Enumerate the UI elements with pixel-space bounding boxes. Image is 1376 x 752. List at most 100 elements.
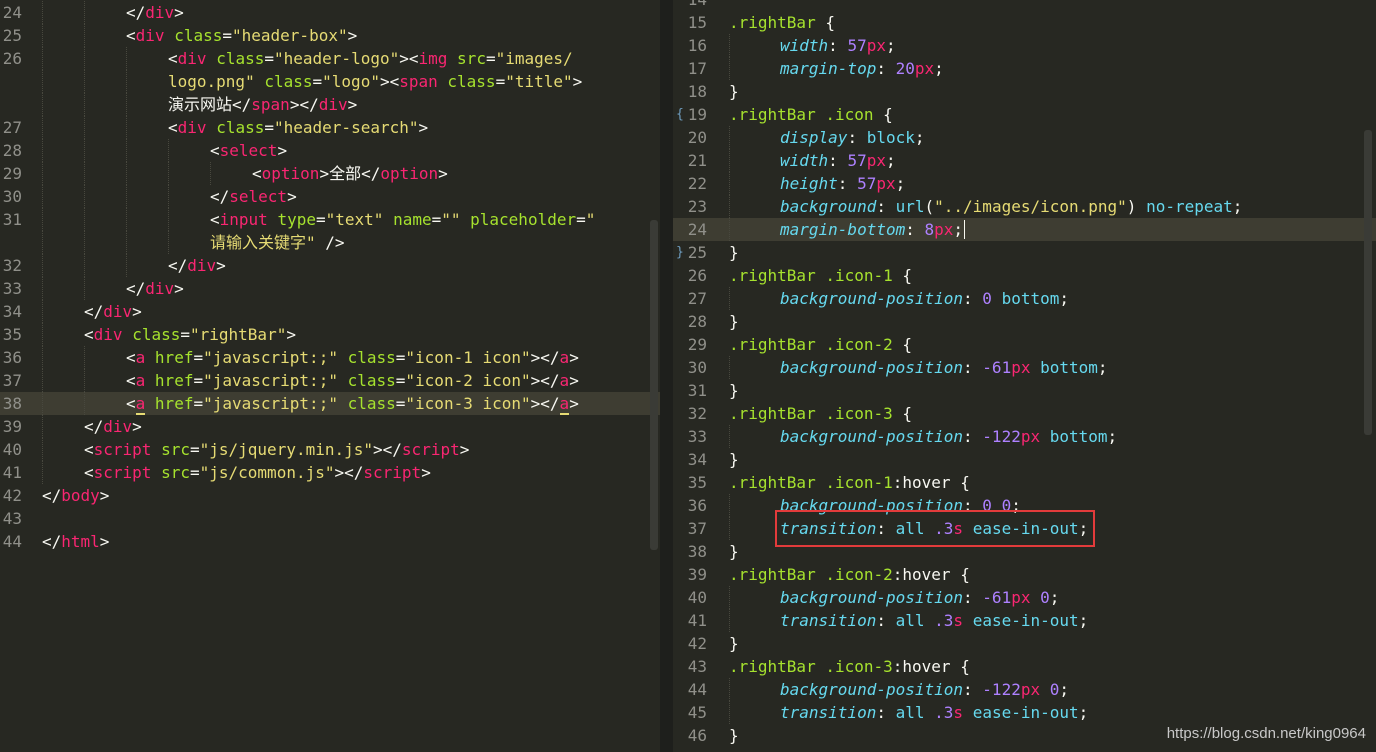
code-text[interactable]: .rightBar .icon-2:hover { (729, 563, 970, 586)
code-text[interactable]: <script src="js/jquery.min.js"></script> (84, 438, 469, 461)
code-text[interactable]: </div> (168, 254, 226, 277)
code-line[interactable]: 45 transition: all .3s ease-in-out; (673, 701, 1376, 724)
code-text[interactable]: margin-bottom: 8px; (780, 218, 963, 241)
code-line[interactable]: 25 <div class="header-box"> (0, 24, 660, 47)
code-text[interactable]: <div class="header-logo"><img src="image… (168, 47, 573, 70)
code-line[interactable]: 31} (673, 379, 1376, 402)
code-line[interactable]: 29 <option>全部</option> (0, 162, 660, 185)
code-line[interactable]: 15 .rightBar { (673, 11, 1376, 34)
code-text[interactable]: </div> (126, 1, 184, 24)
code-line[interactable]: 44 </html> (0, 530, 660, 553)
code-line[interactable]: 41 transition: all .3s ease-in-out; (673, 609, 1376, 632)
code-text[interactable]: } (729, 241, 739, 264)
code-line[interactable]: 32 .rightBar .icon-3 { (673, 402, 1376, 425)
code-text[interactable]: } (729, 724, 739, 747)
code-text[interactable]: <div class="header-box"> (126, 24, 357, 47)
code-line[interactable]: 41 <script src="js/common.js"></script> (0, 461, 660, 484)
code-text[interactable]: background-position: -122px 0; (780, 678, 1069, 701)
code-text[interactable]: background-position: -122px bottom; (780, 425, 1117, 448)
code-line[interactable]: 29 .rightBar .icon-2 { (673, 333, 1376, 356)
left-editor-pane[interactable]: 24 </div> 25 <div class="header-box"> 26 <div… (0, 0, 660, 752)
code-text[interactable]: transition: all .3s ease-in-out; (780, 609, 1088, 632)
code-line[interactable]: 17 margin-top: 20px; (673, 57, 1376, 80)
code-line[interactable]: 36 <a href="javascript:;" class="icon-1 i… (0, 346, 660, 369)
code-line[interactable]: 42} (673, 632, 1376, 655)
code-line[interactable]: 33 </div> (0, 277, 660, 300)
code-text[interactable]: <div class="header-search"> (168, 116, 428, 139)
code-line[interactable]: 40 background-position: -61px 0; (673, 586, 1376, 609)
code-line[interactable]: 38} (673, 540, 1376, 563)
code-text[interactable]: } (729, 540, 739, 563)
code-text[interactable]: } (729, 80, 739, 103)
code-text[interactable]: <a href="javascript:;" class="icon-2 ico… (126, 369, 579, 392)
code-text[interactable]: </select> (210, 185, 297, 208)
pane-splitter[interactable] (660, 0, 673, 752)
code-text[interactable]: .rightBar .icon { (729, 103, 893, 126)
code-text[interactable]: </div> (126, 277, 184, 300)
code-line[interactable]: 27 background-position: 0 bottom; (673, 287, 1376, 310)
code-line[interactable]: 35 .rightBar .icon-1:hover { (673, 471, 1376, 494)
code-line[interactable]: 演示网站</span></div> (0, 93, 660, 116)
code-line[interactable]: 43 (0, 507, 660, 530)
code-text[interactable]: <select> (210, 139, 287, 162)
code-line[interactable]: 请输入关键字" /> (0, 231, 660, 254)
code-line[interactable]: 31 <input type="text" name="" placeholder… (0, 208, 660, 231)
code-text[interactable]: <option>全部</option> (252, 162, 448, 185)
code-line[interactable]: 22 height: 57px; (673, 172, 1376, 195)
code-line[interactable]: 24 </div> (0, 1, 660, 24)
code-line[interactable]: 42 </body> (0, 484, 660, 507)
code-line[interactable]: 19{.rightBar .icon { (673, 103, 1376, 126)
code-line[interactable]: 44 background-position: -122px 0; (673, 678, 1376, 701)
code-text[interactable]: .rightBar .icon-1 { (729, 264, 912, 287)
vertical-scrollbar[interactable] (1364, 130, 1372, 435)
code-line[interactable]: 20 display: block; (673, 126, 1376, 149)
code-line[interactable]: 21 width: 57px; (673, 149, 1376, 172)
code-text[interactable]: } (729, 448, 739, 471)
code-text[interactable]: background-position: -61px 0; (780, 586, 1059, 609)
code-line[interactable]: 16 width: 57px; (673, 34, 1376, 57)
vertical-scrollbar[interactable] (650, 220, 658, 550)
code-text[interactable]: width: 57px; (780, 34, 896, 57)
code-text[interactable]: transition: all .3s ease-in-out; (780, 701, 1088, 724)
code-text[interactable]: } (729, 379, 739, 402)
code-line[interactable]: 34} (673, 448, 1376, 471)
code-text[interactable]: background: url("../images/icon.png") no… (780, 195, 1242, 218)
code-text[interactable]: <a href="javascript:;" class="icon-1 ico… (126, 346, 579, 369)
code-line[interactable]: logo.png" class="logo"><span class="titl… (0, 70, 660, 93)
code-line[interactable]: 18} (673, 80, 1376, 103)
code-line[interactable]: 30 background-position: -61px bottom; (673, 356, 1376, 379)
code-text[interactable]: .rightBar .icon-3 { (729, 402, 912, 425)
code-line[interactable]: 32 </div> (0, 254, 660, 277)
code-text[interactable]: 演示网站</span></div> (168, 93, 357, 116)
code-text[interactable]: <a href="javascript:;" class="icon-3 ico… (126, 392, 579, 415)
code-line[interactable]: 27 <div class="header-search"> (0, 116, 660, 139)
code-text[interactable]: .rightBar .icon-2 { (729, 333, 912, 356)
code-line[interactable]: 33 background-position: -122px bottom; (673, 425, 1376, 448)
code-line[interactable]: 28 <select> (0, 139, 660, 162)
code-text[interactable]: width: 57px; (780, 149, 896, 172)
code-line[interactable]: 38 <a href="javascript:;" class="icon-3 i… (0, 392, 660, 415)
code-line[interactable]: 34 </div> (0, 300, 660, 323)
code-line[interactable]: 26 <div class="header-logo"><img src="ima… (0, 47, 660, 70)
code-line[interactable]: 25}} (673, 241, 1376, 264)
code-line[interactable]: 28} (673, 310, 1376, 333)
code-text[interactable]: .rightBar .icon-3:hover { (729, 655, 970, 678)
code-line[interactable]: 26 .rightBar .icon-1 { (673, 264, 1376, 287)
code-text[interactable]: margin-top: 20px; (780, 57, 944, 80)
code-text[interactable]: </div> (84, 415, 142, 438)
code-line[interactable]: 43 .rightBar .icon-3:hover { (673, 655, 1376, 678)
code-line[interactable]: 23 background: url("../images/icon.png") … (673, 195, 1376, 218)
code-line[interactable]: 14 (673, 0, 1376, 11)
code-text[interactable]: } (729, 632, 739, 655)
code-line[interactable]: 39 .rightBar .icon-2:hover { (673, 563, 1376, 586)
code-text[interactable]: display: block; (780, 126, 925, 149)
code-line[interactable]: 24 margin-bottom: 8px; (673, 218, 1376, 241)
code-line[interactable]: 39 </div> (0, 415, 660, 438)
code-text[interactable]: logo.png" class="logo"><span class="titl… (168, 70, 582, 93)
code-text[interactable]: <div class="rightBar"> (84, 323, 296, 346)
code-text[interactable]: background-position: -61px bottom; (780, 356, 1108, 379)
code-text[interactable]: .rightBar { (729, 11, 835, 34)
code-text[interactable]: } (729, 310, 739, 333)
right-editor-pane[interactable]: 1415.rightBar {16width: 57px;17margin-to… (673, 0, 1376, 752)
code-text[interactable]: background-position: 0 bottom; (780, 287, 1069, 310)
